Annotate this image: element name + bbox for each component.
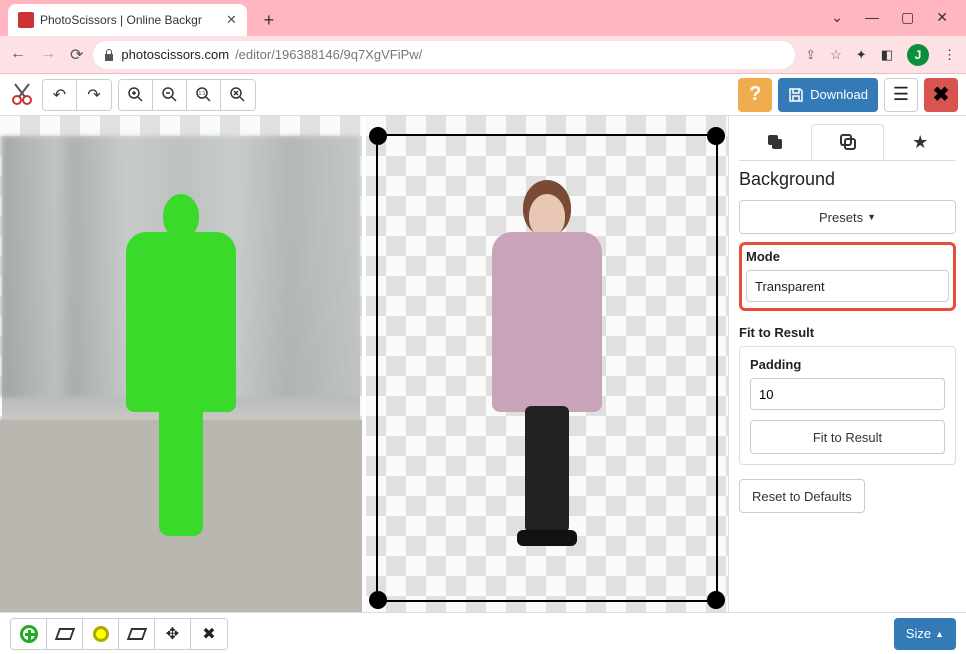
redo-button[interactable]: ↷ (77, 80, 111, 110)
browser-address-bar: ← → ⟳ photoscissors.com/editor/196388146… (0, 36, 966, 74)
panel-tabs: ★ (739, 124, 956, 161)
erase-yellow-tool[interactable] (119, 619, 155, 649)
size-button[interactable]: Size ▲ (894, 618, 956, 650)
caret-up-icon: ▲ (935, 629, 944, 639)
window-controls: ⌄ — ▢ ✕ (831, 9, 966, 36)
new-tab-button[interactable]: + (255, 6, 283, 34)
download-button[interactable]: Download (778, 78, 878, 112)
zoom-group: 1:1 (118, 79, 256, 111)
panel-heading: Background (739, 169, 956, 190)
reset-defaults-button[interactable]: Reset to Defaults (739, 479, 865, 513)
mode-select[interactable]: Transparent (746, 270, 949, 302)
zoom-in-button[interactable] (119, 80, 153, 110)
fit-heading: Fit to Result (739, 325, 956, 340)
move-tool[interactable]: ✥ (155, 619, 191, 649)
tab-effects[interactable]: ★ (884, 124, 956, 160)
properties-panel: ★ Background Presets ▼ Mode Transparent … (728, 116, 966, 612)
star-icon[interactable]: ☆ (830, 47, 842, 63)
zoom-fit-button[interactable]: 1:1 (187, 80, 221, 110)
tab-foreground[interactable] (739, 124, 811, 160)
app-logo[interactable] (8, 81, 36, 109)
save-icon (788, 87, 804, 103)
crop-box[interactable] (376, 134, 718, 602)
tab-title: PhotoScissors | Online Backgr (40, 13, 220, 27)
clear-tool[interactable]: ✖ (191, 619, 227, 649)
fit-box: Padding Fit to Result (739, 346, 956, 465)
mark-tools-group: ✥ ✖ (10, 618, 228, 650)
erase-green-tool[interactable] (47, 619, 83, 649)
minimize-icon[interactable]: — (865, 9, 879, 26)
caret-down-icon: ▼ (867, 212, 876, 222)
result-canvas[interactable] (366, 116, 728, 612)
yellow-mark-tool[interactable] (83, 619, 119, 649)
maximize-icon[interactable]: ▢ (901, 9, 914, 26)
undo-button[interactable]: ↶ (43, 80, 77, 110)
padding-input[interactable] (750, 378, 945, 410)
browser-tab[interactable]: PhotoScissors | Online Backgr ✕ (8, 4, 247, 36)
help-button[interactable]: ? (738, 78, 772, 112)
url-input[interactable]: photoscissors.com/editor/196388146/9q7Xg… (93, 41, 795, 69)
add-mark-tool[interactable] (11, 619, 47, 649)
mode-section-highlight: Mode Transparent (739, 242, 956, 311)
app-close-button[interactable]: ✖ (924, 78, 958, 112)
browser-titlebar: PhotoScissors | Online Backgr ✕ + ⌄ — ▢ … (0, 0, 966, 36)
source-canvas[interactable] (0, 116, 366, 612)
svg-text:1:1: 1:1 (198, 91, 205, 97)
forward-icon[interactable]: → (40, 45, 56, 65)
bottom-toolbar: ✥ ✖ Size ▲ (0, 612, 966, 654)
zoom-actual-button[interactable] (221, 80, 255, 110)
download-label: Download (810, 87, 868, 102)
mode-label: Mode (746, 249, 949, 264)
window-close-icon[interactable]: ✕ (936, 9, 948, 26)
favicon (18, 12, 34, 28)
lock-icon (103, 48, 115, 62)
zoom-out-button[interactable] (153, 80, 187, 110)
url-path: /editor/196388146/9q7XgVFiPw/ (235, 47, 422, 62)
profile-avatar[interactable]: J (907, 44, 929, 66)
app-toolbar: ↶ ↷ 1:1 ? Download ☰ ✖ (0, 74, 966, 116)
side-panel-icon[interactable]: ◧ (881, 47, 893, 63)
editor-main: ★ Background Presets ▼ Mode Transparent … (0, 116, 966, 612)
back-icon[interactable]: ← (10, 45, 26, 65)
kebab-menu-icon[interactable]: ⋮ (943, 47, 956, 63)
presets-button[interactable]: Presets ▼ (739, 200, 956, 234)
caret-down-icon[interactable]: ⌄ (831, 9, 843, 26)
undo-redo-group: ↶ ↷ (42, 79, 112, 111)
fit-to-result-button[interactable]: Fit to Result (750, 420, 945, 454)
tab-background[interactable] (811, 124, 885, 160)
extensions-icon[interactable]: ✦ (856, 47, 867, 63)
foreground-mask (116, 194, 246, 554)
crop-handle-br[interactable] (707, 591, 725, 609)
crop-handle-bl[interactable] (369, 591, 387, 609)
hamburger-menu-button[interactable]: ☰ (884, 78, 918, 112)
reload-icon[interactable]: ⟳ (70, 45, 83, 65)
crop-handle-tr[interactable] (707, 127, 725, 145)
crop-handle-tl[interactable] (369, 127, 387, 145)
tab-close-icon[interactable]: ✕ (226, 12, 237, 28)
share-icon[interactable]: ⇪ (805, 47, 816, 63)
url-domain: photoscissors.com (121, 47, 229, 62)
padding-label: Padding (750, 357, 945, 372)
